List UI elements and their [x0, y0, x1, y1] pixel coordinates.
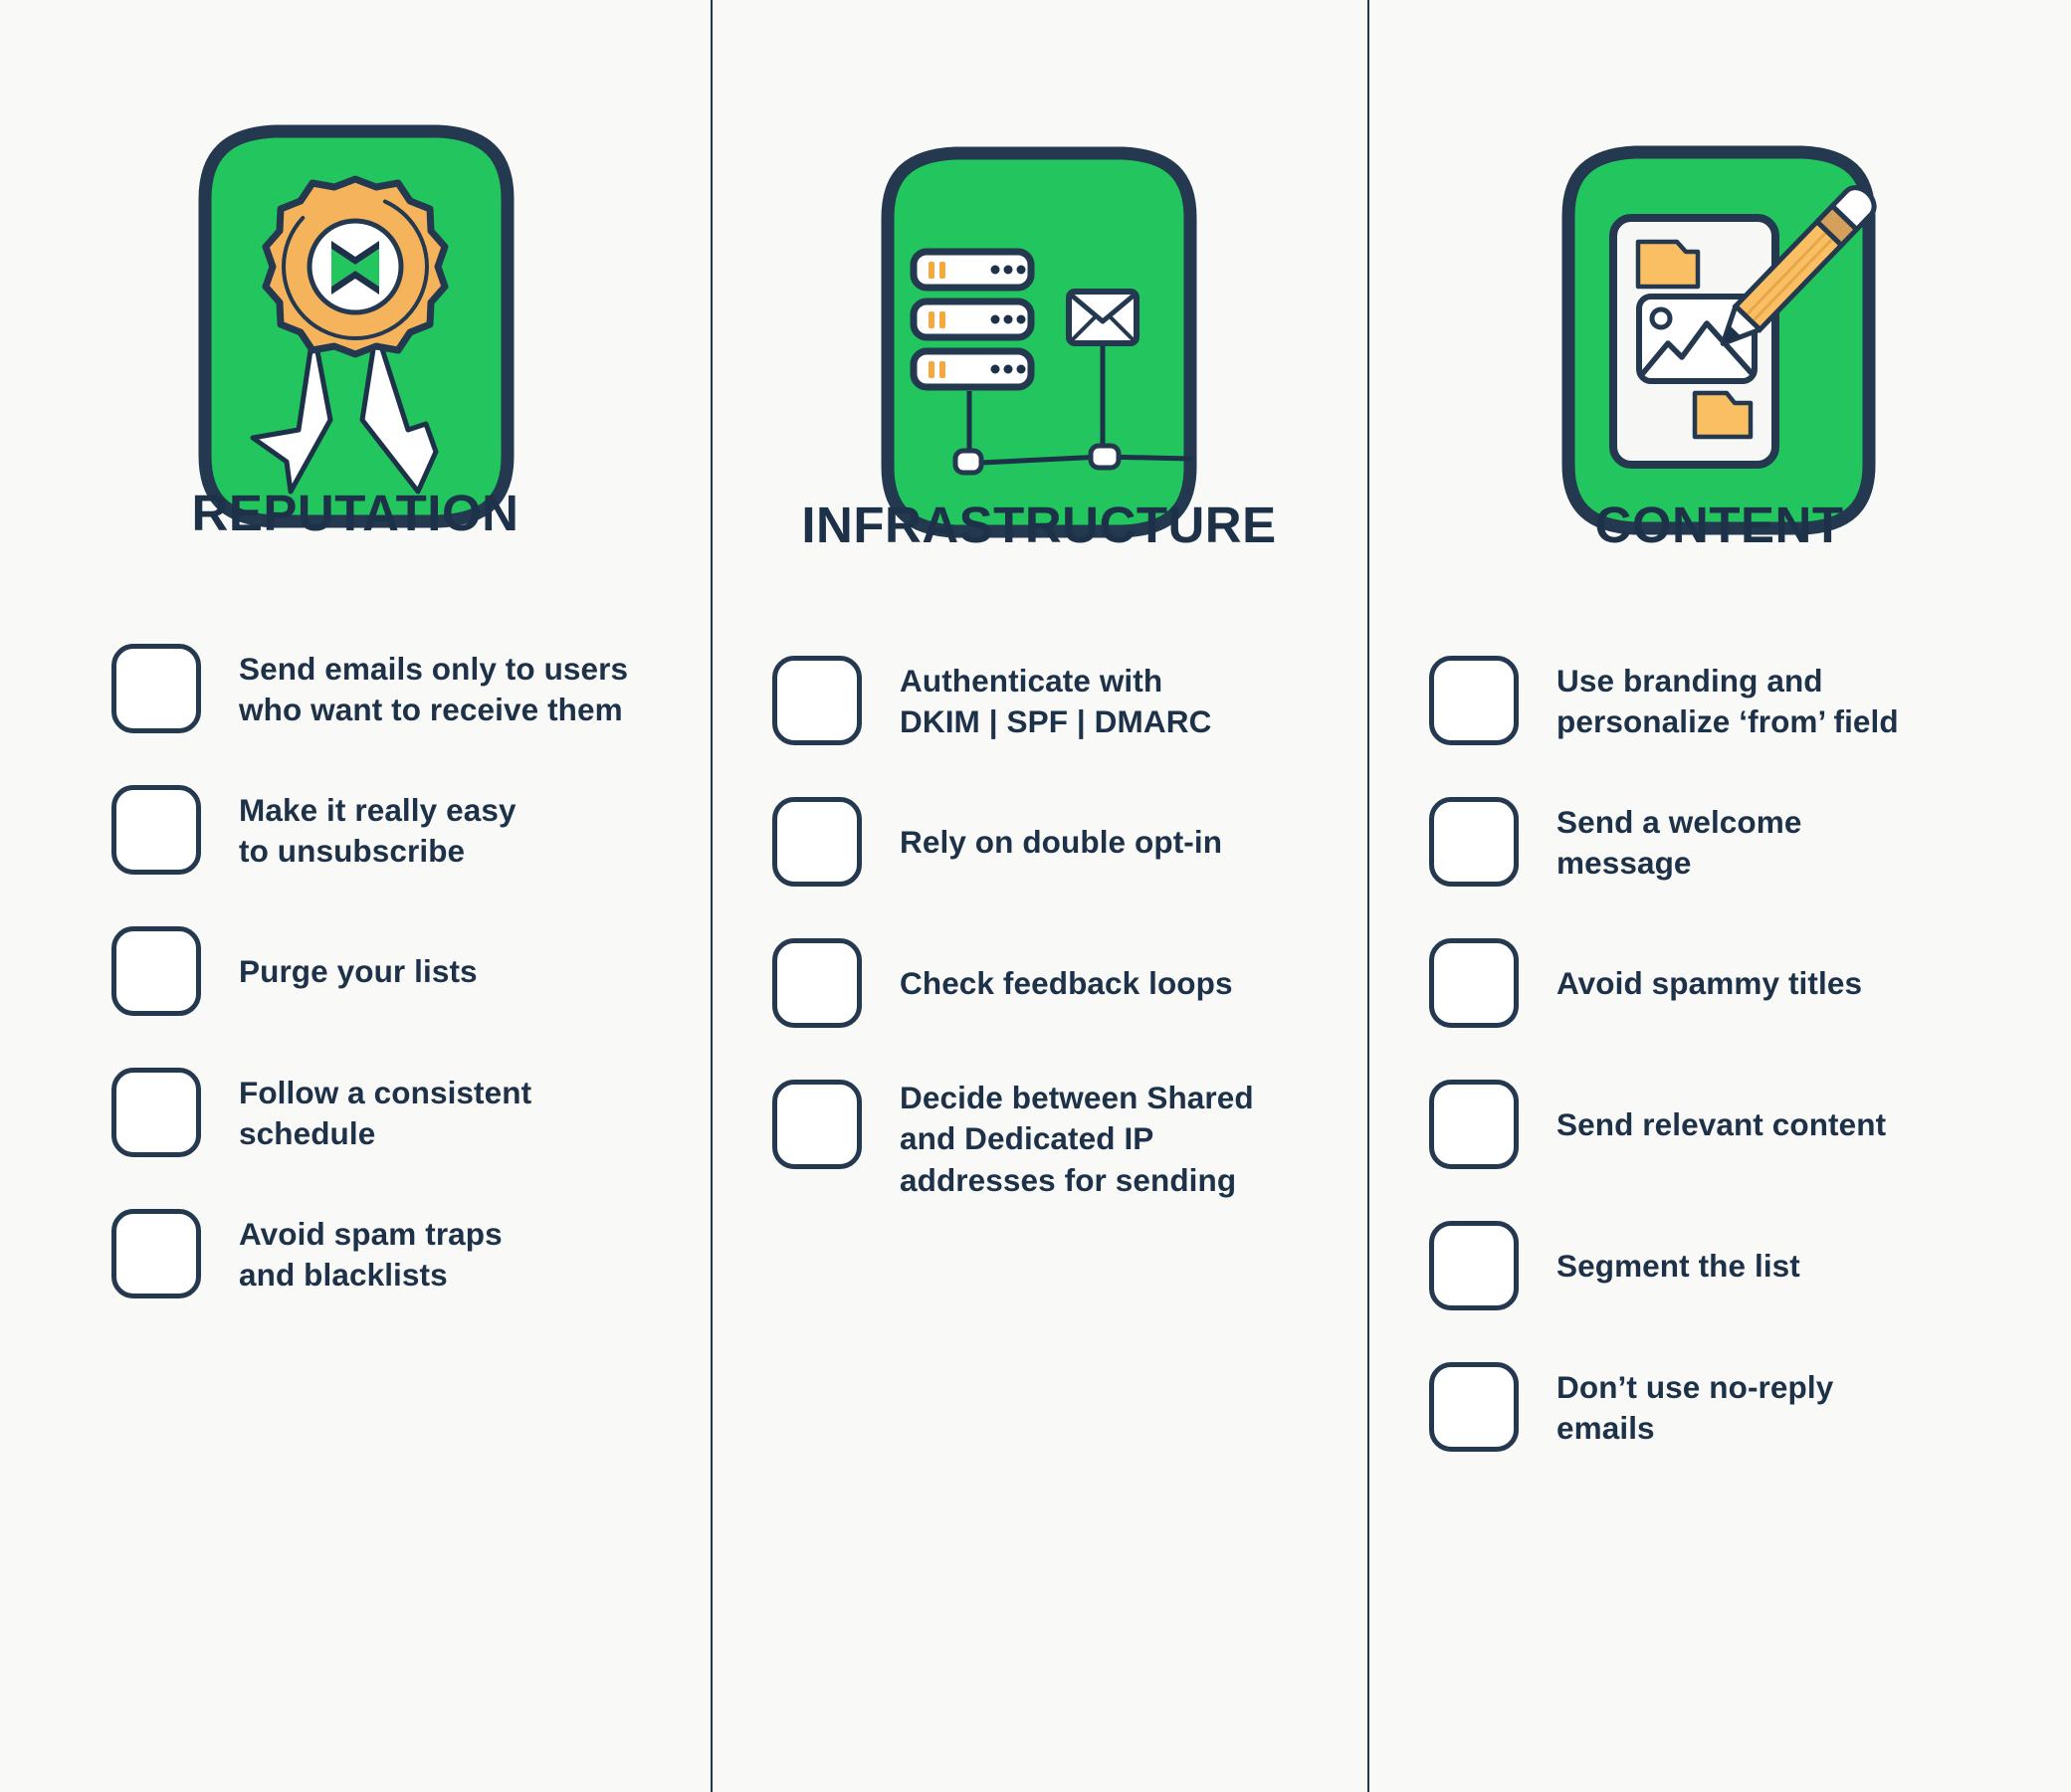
checklist-item[interactable]: Don’t use no-reply emails [1429, 1360, 2041, 1456]
checkbox[interactable] [1429, 1221, 1519, 1310]
checklist-item-label: Send relevant content [1556, 1106, 1887, 1143]
checklist-reputation: Send emails only to users who want to re… [0, 642, 711, 1302]
checklist-item[interactable]: Avoid spammy titles [1429, 936, 2041, 1032]
checklist-item[interactable]: Purge your lists [111, 924, 681, 1020]
checklist-item-label: Avoid spam traps and blacklists [239, 1215, 503, 1293]
checkbox[interactable] [1429, 656, 1519, 745]
checklist-item-label: Avoid spammy titles [1556, 965, 1863, 1002]
checklist-item-label: Follow a consistent schedule [239, 1074, 532, 1151]
checkbox[interactable] [111, 1068, 201, 1157]
checklist-item[interactable]: Check feedback loops [772, 936, 1338, 1032]
checklist-item[interactable]: Rely on double opt-in [772, 795, 1338, 891]
checkbox[interactable] [1429, 1362, 1519, 1452]
checklist-item[interactable]: Use branding and personalize ‘from’ fiel… [1429, 654, 2041, 749]
column-content: CONTENT Use branding and personalize ‘fr… [1367, 0, 2071, 1792]
content-icon-wrap [1367, 0, 2071, 535]
checklist-item[interactable]: Send a welcome message [1429, 795, 2041, 891]
checklist-item-label: Rely on double opt-in [900, 824, 1223, 861]
column-title-reputation: REPUTATION [191, 485, 519, 541]
checklist-item-label: Send a welcome message [1556, 803, 1802, 881]
checklist-item-label: Check feedback loops [900, 965, 1233, 1002]
checklist-item-label: Make it really easy to unsubscribe [239, 791, 517, 869]
checklist-item[interactable]: Make it really easy to unsubscribe [111, 783, 681, 879]
award-ribbon-badge-icon [198, 124, 515, 528]
checkbox[interactable] [111, 1209, 201, 1298]
checklist-item[interactable]: Follow a consistent schedule [111, 1066, 681, 1161]
checklist-item-label: Don’t use no-reply emails [1556, 1368, 1834, 1446]
checklist-item-label: Decide between Shared and Dedicated IP a… [900, 1080, 1254, 1198]
checklist-item[interactable]: Authenticate with DKIM | SPF | DMARC [772, 654, 1338, 749]
checkbox[interactable] [772, 1080, 862, 1169]
checklist-item[interactable]: Avoid spam traps and blacklists [111, 1207, 681, 1302]
checkbox[interactable] [772, 938, 862, 1028]
checklist-item[interactable]: Decide between Shared and Dedicated IP a… [772, 1078, 1338, 1201]
checkbox[interactable] [772, 797, 862, 887]
column-title-content: CONTENT [1594, 497, 1844, 553]
column-infrastructure: INFRASTRUCTURE Authenticate with DKIM | … [711, 0, 1367, 1792]
checklist-infrastructure: Authenticate with DKIM | SPF | DMARC Rel… [711, 654, 1367, 1201]
document-image-pencil-icon [1561, 145, 1877, 535]
checkbox[interactable] [1429, 797, 1519, 887]
checkbox[interactable] [111, 644, 201, 733]
infrastructure-icon-wrap [711, 0, 1367, 538]
checklist-item-label: Authenticate with DKIM | SPF | DMARC [900, 662, 1212, 739]
checklist-content: Use branding and personalize ‘from’ fiel… [1367, 654, 2071, 1456]
checklist-item[interactable]: Send relevant content [1429, 1078, 2041, 1173]
checklist-item-label: Send emails only to users who want to re… [239, 650, 629, 727]
column-reputation: REPUTATION Send emails only to users who… [0, 0, 711, 1792]
checkbox[interactable] [772, 656, 862, 745]
server-stack-envelope-network-icon [881, 146, 1197, 538]
checkbox[interactable] [1429, 938, 1519, 1028]
checklist-item-label: Use branding and personalize ‘from’ fiel… [1556, 662, 1899, 739]
checkbox[interactable] [111, 926, 201, 1016]
checklist-item-label: Purge your lists [239, 953, 478, 990]
reputation-icon-wrap [0, 0, 711, 528]
column-title-infrastructure: INFRASTRUCTURE [801, 497, 1277, 553]
checklist-item[interactable]: Send emails only to users who want to re… [111, 642, 681, 737]
email-deliverability-checklist-infographic: REPUTATION Send emails only to users who… [0, 0, 2071, 1792]
checklist-item[interactable]: Segment the list [1429, 1219, 2041, 1314]
checklist-item-label: Segment the list [1556, 1248, 1800, 1285]
checkbox[interactable] [1429, 1080, 1519, 1169]
checkbox[interactable] [111, 785, 201, 875]
